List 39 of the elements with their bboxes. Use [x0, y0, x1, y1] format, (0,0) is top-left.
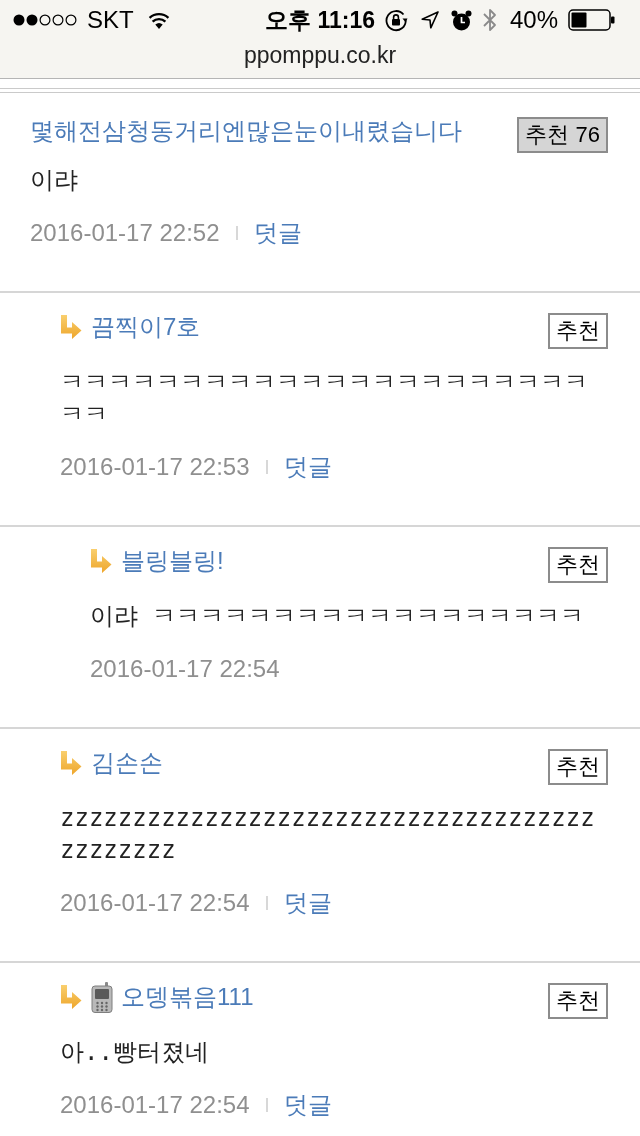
comment-text: 아..빵터졌네: [60, 1037, 210, 1068]
reply-arrow-icon: [60, 751, 82, 775]
author-name[interactable]: 몇해전삼청동거리엔많은눈이내렸습니다: [30, 117, 462, 145]
recommend-button[interactable]: 추천 76: [517, 117, 608, 153]
battery-percentage: 40%: [509, 6, 558, 34]
reply-arrow-icon: [90, 549, 112, 573]
reply-arrow-icon: [60, 985, 82, 1009]
comment-date: 2016-01-17 22:54: [90, 654, 280, 684]
comment-date: 2016-01-17 22:52: [30, 218, 220, 248]
location-arrow-icon: [420, 11, 439, 29]
recommend-button[interactable]: 추천: [548, 749, 608, 785]
recommend-button[interactable]: 추천: [548, 313, 608, 349]
carrier-name: SKT: [87, 6, 134, 34]
reply-link[interactable]: 덧글: [283, 888, 332, 918]
comment-date: 2016-01-17 22:54: [60, 1090, 250, 1120]
comment-text: ㅋㅋㅋㅋㅋㅋㅋㅋㅋㅋㅋㅋㅋㅋㅋㅋㅋㅋㅋㅋㅋㅋㅋㅋ: [60, 367, 589, 430]
signal-strength-icon: [13, 14, 79, 26]
comment-text: 이랴 ㅋㅋㅋㅋㅋㅋㅋㅋㅋㅋㅋㅋㅋㅋㅋㅋㅋㅋ: [90, 601, 586, 632]
author-name[interactable]: 블링블링!: [121, 547, 224, 575]
recommend-button[interactable]: 추천: [548, 983, 608, 1019]
author-name[interactable]: 끔찍이7호: [91, 313, 201, 341]
status-time: 오후 11:16: [265, 6, 375, 34]
wifi-icon: [147, 11, 170, 29]
author-name[interactable]: 김손손: [91, 749, 163, 777]
recommend-button[interactable]: 추천: [548, 547, 608, 583]
comment-date: 2016-01-17 22:53: [60, 452, 250, 482]
alarm-clock-icon: [450, 9, 472, 31]
page-url[interactable]: ppomppu.co.kr: [243, 40, 397, 78]
rotation-lock-icon: [383, 8, 408, 32]
comment-date: 2016-01-17 22:54: [60, 888, 250, 918]
bluetooth-icon: [481, 6, 498, 34]
comment-text: zzzzzzzzzzzzzzzzzzzzzzzzzzzzzzzzzzzzzzzzzzzzz: [60, 803, 596, 866]
reply-link[interactable]: 덧글: [253, 218, 302, 248]
battery-icon: [568, 9, 615, 31]
reply-link[interactable]: 덧글: [283, 452, 332, 482]
reply-arrow-icon: [60, 315, 82, 339]
reply-link[interactable]: 덧글: [283, 1090, 332, 1120]
author-name[interactable]: 오뎅볶음111: [121, 983, 254, 1011]
comment-text: 이랴: [30, 165, 79, 196]
